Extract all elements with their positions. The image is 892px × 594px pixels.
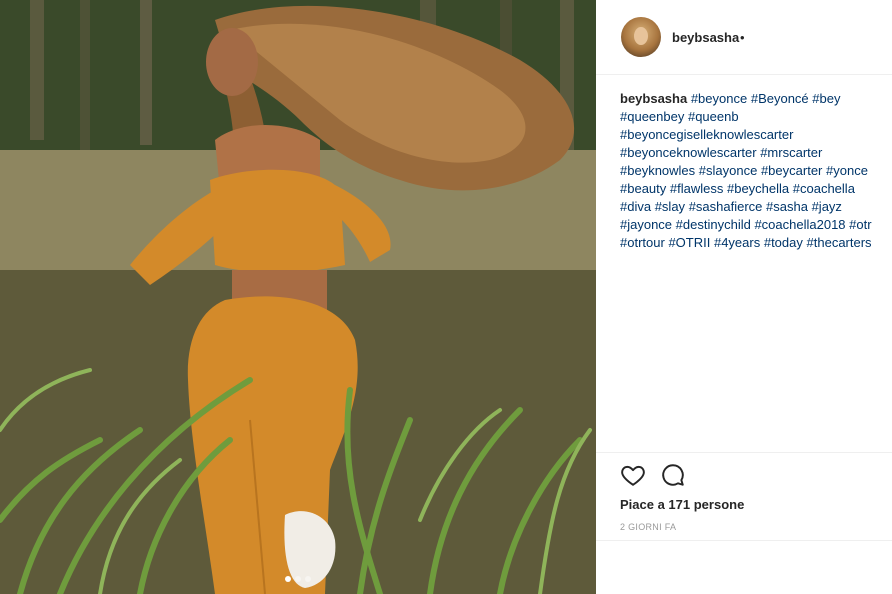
hashtag-link[interactable]: #sashafierce (689, 199, 763, 214)
hashtag-link[interactable]: #flawless (670, 181, 723, 196)
carousel-dot-3 (305, 576, 311, 582)
actions-divider (596, 452, 892, 453)
post-timestamp[interactable]: 2 GIORNI FA (620, 522, 676, 532)
hashtag-link[interactable]: #sasha (766, 199, 808, 214)
hashtag-link[interactable]: #otr (849, 217, 871, 232)
avatar-face-graphic (634, 27, 648, 45)
follow-separator: • (740, 30, 745, 45)
hashtag-link[interactable]: #4years (714, 235, 760, 250)
comment-button[interactable] (660, 462, 686, 488)
carousel-indicator (0, 576, 596, 582)
hashtag-link[interactable]: #beauty (620, 181, 666, 196)
hashtag-link[interactable]: #thecarters (807, 235, 872, 250)
hashtag-link[interactable]: #queenbey (620, 109, 684, 124)
caption-author-link[interactable]: beybsasha (620, 91, 687, 106)
hashtag-link[interactable]: #beyoncegiselleknowlescarter (620, 127, 793, 142)
post-header: beybsasha • (596, 0, 892, 75)
heart-outline-icon (621, 465, 645, 486)
hashtag-list: #beyonce #Beyoncé #bey #queenbey #queenb… (620, 91, 872, 250)
hashtag-link[interactable]: #beychella (727, 181, 789, 196)
comment-area-divider (596, 540, 892, 541)
hashtag-link[interactable]: #slay (655, 199, 685, 214)
hashtag-link[interactable]: #otrtour (620, 235, 665, 250)
hashtag-link[interactable]: #queenb (688, 109, 739, 124)
post-photo[interactable] (0, 0, 596, 594)
hashtag-link[interactable]: #beyknowles (620, 163, 695, 178)
hashtag-link[interactable]: #bey (812, 91, 840, 106)
speech-bubble-icon (662, 464, 684, 486)
carousel-dot-1 (285, 576, 291, 582)
hashtag-link[interactable]: #coachella (793, 181, 855, 196)
post-side-panel: beybsasha • beybsasha #beyonce #Beyoncé … (596, 0, 892, 594)
likes-count[interactable]: Piace a 171 persone (620, 497, 744, 512)
hashtag-link[interactable]: #jayonce (620, 217, 672, 232)
hashtag-link[interactable]: #yonce (826, 163, 868, 178)
hashtag-link[interactable]: #destinychild (676, 217, 751, 232)
hashtag-link[interactable]: #beycarter (761, 163, 822, 178)
hashtag-link[interactable]: #Beyoncé (751, 91, 809, 106)
avatar[interactable] (621, 17, 661, 57)
hashtag-link[interactable]: #beyonce (691, 91, 747, 106)
like-button[interactable] (620, 462, 646, 488)
hashtag-link[interactable]: #slayonce (699, 163, 758, 178)
username-link[interactable]: beybsasha (672, 30, 739, 45)
hashtag-link[interactable]: #coachella2018 (754, 217, 845, 232)
hashtag-link[interactable]: #OTRII (668, 235, 710, 250)
hashtag-link[interactable]: #mrscarter (760, 145, 822, 160)
hashtag-link[interactable]: #beyonceknowlescarter (620, 145, 757, 160)
photo-illustration (0, 0, 596, 594)
carousel-dot-2 (295, 576, 301, 582)
hashtag-link[interactable]: #today (764, 235, 803, 250)
hashtag-link[interactable]: #jayz (812, 199, 842, 214)
post-caption: beybsasha #beyonce #Beyoncé #bey #queenb… (620, 90, 888, 252)
hashtag-link[interactable]: #diva (620, 199, 651, 214)
